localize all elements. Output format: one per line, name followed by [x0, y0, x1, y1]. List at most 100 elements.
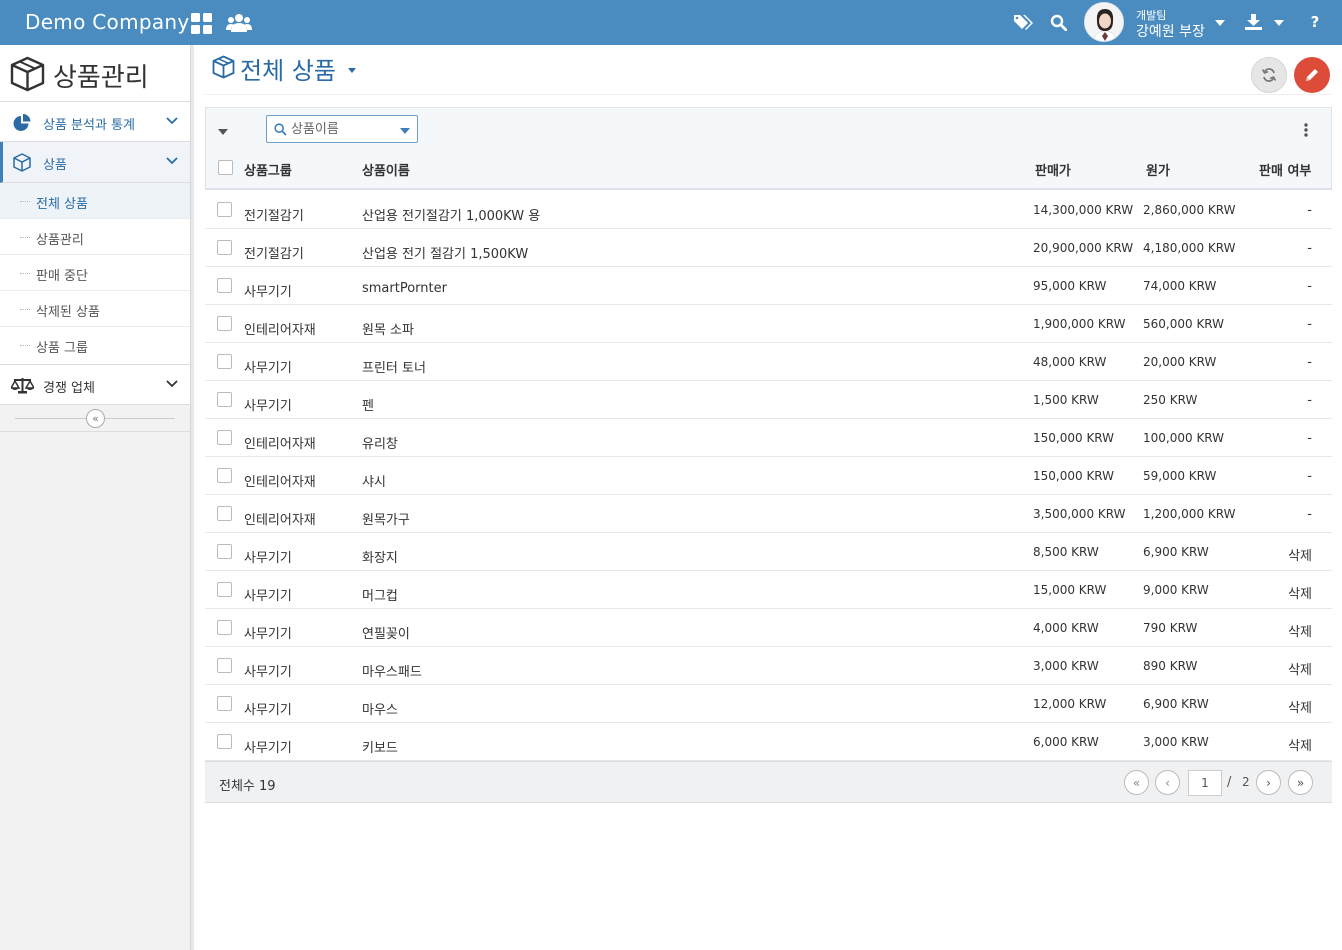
refresh-button[interactable] — [1251, 57, 1287, 93]
search-box[interactable] — [266, 115, 418, 143]
table-row[interactable]: 전기절감기 산업용 전기 절감기 1,500KW 20,900,000 KRW … — [205, 229, 1332, 267]
select-all-checkbox[interactable] — [218, 160, 233, 175]
cell-name[interactable]: 펜 — [362, 395, 374, 414]
row-checkbox[interactable] — [217, 582, 232, 597]
sidebar-item-discontinued[interactable]: 판매 중단 — [0, 255, 190, 291]
cell-price: 20,900,000 KRW — [1033, 241, 1134, 255]
collapse-sidebar-icon[interactable]: « — [86, 409, 105, 428]
next-page-icon[interactable]: › — [1256, 770, 1281, 795]
table-row[interactable]: 사무기기 smartPornter 95,000 KRW 74,000 KRW … — [205, 267, 1332, 305]
download-caret-icon[interactable] — [1273, 19, 1285, 27]
page-number-input[interactable]: 1 — [1188, 770, 1222, 796]
cell-name[interactable]: 키보드 — [362, 737, 398, 756]
row-checkbox[interactable] — [217, 734, 232, 749]
cell-name[interactable]: 원목 소파 — [362, 319, 414, 338]
refresh-icon — [1262, 68, 1276, 82]
more-options-icon[interactable] — [1302, 122, 1310, 138]
grid-icon[interactable] — [190, 12, 212, 34]
cell-name[interactable]: 연필꽂이 — [362, 623, 410, 642]
cell-name[interactable]: 산업용 전기절감기 1,000KW 용 — [362, 205, 540, 224]
row-checkbox[interactable] — [217, 278, 232, 293]
table-row[interactable]: 인테리어자재 샤시 150,000 KRW 59,000 KRW - — [205, 457, 1332, 495]
sidebar-menu-label: 경쟁 업체 — [43, 381, 95, 396]
sidebar-bottom-line — [0, 431, 190, 432]
row-checkbox[interactable] — [217, 468, 232, 483]
cell-sale-status: - — [1307, 317, 1312, 332]
cell-name[interactable]: 샤시 — [362, 471, 386, 490]
table-row[interactable]: 인테리어자재 유리창 150,000 KRW 100,000 KRW - — [205, 419, 1332, 457]
cube-icon — [211, 55, 235, 79]
table-row[interactable]: 사무기기 마우스 12,000 KRW 6,900 KRW 삭제 — [205, 685, 1332, 723]
row-checkbox[interactable] — [217, 620, 232, 635]
row-checkbox[interactable] — [217, 354, 232, 369]
row-checkbox[interactable] — [217, 506, 232, 521]
table-row[interactable]: 인테리어자재 원목 소파 1,900,000 KRW 560,000 KRW - — [205, 305, 1332, 343]
row-checkbox[interactable] — [217, 658, 232, 673]
table-row[interactable]: 전기절감기 산업용 전기절감기 1,000KW 용 14,300,000 KRW… — [205, 191, 1332, 229]
cell-name[interactable]: 머그컵 — [362, 585, 398, 604]
table-row[interactable]: 사무기기 키보드 6,000 KRW 3,000 KRW 삭제 — [205, 723, 1332, 761]
title-dropdown-caret-icon[interactable] — [348, 68, 356, 73]
total-count: 전체수 19 — [219, 779, 276, 794]
sidebar-item-label: 판매 중단 — [36, 269, 88, 284]
sidebar-menu-products[interactable]: 상품 — [0, 142, 190, 183]
users-icon[interactable] — [226, 12, 252, 34]
user-avatar[interactable] — [1084, 2, 1124, 42]
user-menu-caret-icon[interactable] — [1214, 19, 1226, 27]
page-title[interactable]: 전체 상품 — [240, 51, 336, 86]
table-row[interactable]: 사무기기 연필꽂이 4,000 KRW 790 KRW 삭제 — [205, 609, 1332, 647]
column-header-sale-status[interactable]: 판매 여부 — [1259, 160, 1311, 179]
cell-group: 인테리어자재 — [244, 513, 316, 528]
cell-name[interactable]: 화장지 — [362, 547, 398, 566]
table-row[interactable]: 사무기기 마우스패드 3,000 KRW 890 KRW 삭제 — [205, 647, 1332, 685]
user-name[interactable]: 강예원 부장 — [1136, 21, 1205, 41]
sidebar-item-product-management[interactable]: 상품관리 — [0, 219, 190, 255]
cell-name[interactable]: 프린터 토너 — [362, 357, 426, 376]
cell-name[interactable]: 유리창 — [362, 433, 398, 452]
row-checkbox[interactable] — [217, 430, 232, 445]
filter-caret-icon[interactable] — [217, 128, 229, 136]
prev-page-icon[interactable]: ‹ — [1155, 770, 1180, 795]
table-row[interactable]: 사무기기 프린터 토너 48,000 KRW 20,000 KRW - — [205, 343, 1332, 381]
search-input[interactable] — [291, 120, 391, 138]
search-icon[interactable] — [1049, 13, 1067, 31]
row-checkbox[interactable] — [217, 202, 232, 217]
search-dropdown-caret-icon[interactable] — [399, 127, 411, 135]
first-page-icon[interactable]: « — [1124, 770, 1149, 795]
table-row[interactable]: 인테리어자재 원목가구 3,500,000 KRW 1,200,000 KRW … — [205, 495, 1332, 533]
cell-name[interactable]: 원목가구 — [362, 509, 410, 528]
column-header-name[interactable]: 상품이름 — [362, 160, 410, 179]
sidebar-item-deleted[interactable]: 삭제된 상품 — [0, 291, 190, 327]
edit-button[interactable] — [1294, 57, 1330, 93]
cell-price: 6,000 KRW — [1033, 735, 1099, 749]
cell-name[interactable]: 마우스 — [362, 699, 398, 718]
question-icon[interactable]: ? — [1308, 13, 1322, 31]
brand-logo[interactable]: Demo Company — [25, 10, 190, 34]
cell-sale-status: - — [1307, 393, 1312, 408]
cell-price: 48,000 KRW — [1033, 355, 1107, 369]
sidebar-item-product-group[interactable]: 상품 그룹 — [0, 327, 190, 365]
column-header-cost[interactable]: 원가 — [1146, 160, 1170, 179]
sidebar-menu-analytics[interactable]: 상품 분석과 통계 — [0, 102, 190, 142]
table-row[interactable]: 사무기기 머그컵 15,000 KRW 9,000 KRW 삭제 — [205, 571, 1332, 609]
sidebar-menu-competitors[interactable]: 경쟁 업체 — [0, 365, 190, 405]
row-checkbox[interactable] — [217, 392, 232, 407]
sidebar-item-all-products[interactable]: 전체 상품 — [0, 183, 190, 219]
row-checkbox[interactable] — [217, 316, 232, 331]
cell-name[interactable]: 마우스패드 — [362, 661, 422, 680]
last-page-icon[interactable]: » — [1288, 770, 1313, 795]
table-row[interactable]: 사무기기 펜 1,500 KRW 250 KRW - — [205, 381, 1332, 419]
cell-name[interactable]: smartPornter — [362, 281, 447, 296]
sidebar-resize-handle[interactable] — [191, 45, 194, 950]
row-checkbox[interactable] — [217, 240, 232, 255]
row-checkbox[interactable] — [217, 544, 232, 559]
column-header-price[interactable]: 판매가 — [1035, 160, 1071, 179]
download-icon[interactable] — [1244, 13, 1262, 31]
cell-price: 3,000 KRW — [1033, 659, 1099, 673]
cell-name[interactable]: 산업용 전기 절감기 1,500KW — [362, 243, 528, 262]
tags-icon[interactable] — [1013, 13, 1033, 31]
table-row[interactable]: 사무기기 화장지 8,500 KRW 6,900 KRW 삭제 — [205, 533, 1332, 571]
column-header-group[interactable]: 상품그룹 — [244, 160, 292, 179]
row-checkbox[interactable] — [217, 696, 232, 711]
total-pages: 2 — [1242, 775, 1250, 789]
